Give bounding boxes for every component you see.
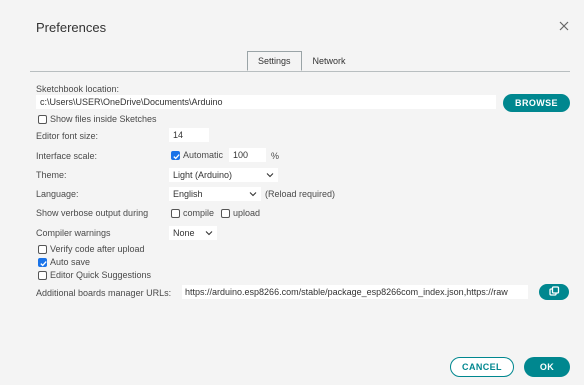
dialog-title: Preferences xyxy=(36,20,107,35)
language-select[interactable]: English xyxy=(169,187,261,201)
quick-suggestions-label: Editor Quick Suggestions xyxy=(50,270,152,280)
tab-bar: Settings Network xyxy=(247,51,357,71)
language-note: (Reload required) xyxy=(265,189,336,199)
chevron-down-icon xyxy=(205,231,213,236)
show-files-checkbox-box[interactable] xyxy=(38,114,47,124)
ok-button[interactable]: OK xyxy=(524,357,570,377)
check-icon xyxy=(173,153,180,159)
verify-upload-checkbox[interactable]: Verify code after upload xyxy=(38,244,145,254)
verbose-compile-checkbox-box[interactable] xyxy=(171,208,180,218)
auto-save-checkbox[interactable]: Auto save xyxy=(38,257,90,267)
interface-scale-input[interactable] xyxy=(229,148,266,162)
show-files-label: Show files inside Sketches xyxy=(50,114,157,124)
preferences-dialog: Preferences Settings Network Sketchbook … xyxy=(0,0,584,385)
chevron-down-icon xyxy=(249,192,257,197)
sketchbook-location-label: Sketchbook location: xyxy=(36,84,120,94)
open-window-icon xyxy=(549,286,560,296)
automatic-scale-label: Automatic xyxy=(183,150,224,160)
cancel-button[interactable]: CANCEL xyxy=(450,357,514,377)
editor-font-size-input[interactable] xyxy=(169,128,209,142)
compiler-warnings-value: None xyxy=(173,228,195,238)
interface-scale-label: Interface scale: xyxy=(36,151,98,161)
chevron-down-icon xyxy=(266,173,274,178)
editor-font-size-label: Editor font size: xyxy=(36,131,99,141)
verbose-compile-label: compile xyxy=(183,208,215,218)
language-label: Language: xyxy=(36,189,79,199)
auto-save-label: Auto save xyxy=(50,257,91,267)
verbose-output-label: Show verbose output during xyxy=(36,208,149,218)
theme-label: Theme: xyxy=(36,170,67,180)
boards-manager-urls-label: Additional boards manager URLs: xyxy=(36,288,172,298)
verbose-upload-label: upload xyxy=(233,208,261,218)
automatic-scale-checkbox[interactable]: Automatic xyxy=(171,150,223,160)
compiler-warnings-select[interactable]: None xyxy=(169,226,217,240)
verbose-compile-checkbox[interactable]: compile xyxy=(171,208,214,218)
theme-select[interactable]: Light (Arduino) xyxy=(169,168,278,182)
verify-upload-checkbox-box[interactable] xyxy=(38,244,47,254)
quick-suggestions-checkbox[interactable]: Editor Quick Suggestions xyxy=(38,270,151,280)
tab-divider xyxy=(30,71,570,72)
theme-value: Light (Arduino) xyxy=(173,170,233,180)
verbose-upload-checkbox[interactable]: upload xyxy=(221,208,260,218)
tab-network[interactable]: Network xyxy=(302,51,357,71)
browse-button[interactable]: BROWSE xyxy=(503,94,570,112)
open-urls-editor-button[interactable] xyxy=(539,284,569,300)
close-icon[interactable] xyxy=(558,20,570,32)
auto-save-checkbox-box[interactable] xyxy=(38,257,47,267)
check-icon xyxy=(40,260,47,266)
compiler-warnings-label: Compiler warnings xyxy=(36,228,111,238)
interface-scale-unit: % xyxy=(271,151,280,161)
verify-upload-label: Verify code after upload xyxy=(50,244,145,254)
sketchbook-path-input[interactable] xyxy=(36,95,496,109)
boards-manager-urls-input[interactable] xyxy=(182,285,528,299)
show-files-checkbox[interactable]: Show files inside Sketches xyxy=(38,114,157,124)
automatic-scale-checkbox-box[interactable] xyxy=(171,150,180,160)
verbose-upload-checkbox-box[interactable] xyxy=(221,208,230,218)
language-value: English xyxy=(173,189,203,199)
tab-settings[interactable]: Settings xyxy=(247,51,302,71)
quick-suggestions-checkbox-box[interactable] xyxy=(38,270,47,280)
